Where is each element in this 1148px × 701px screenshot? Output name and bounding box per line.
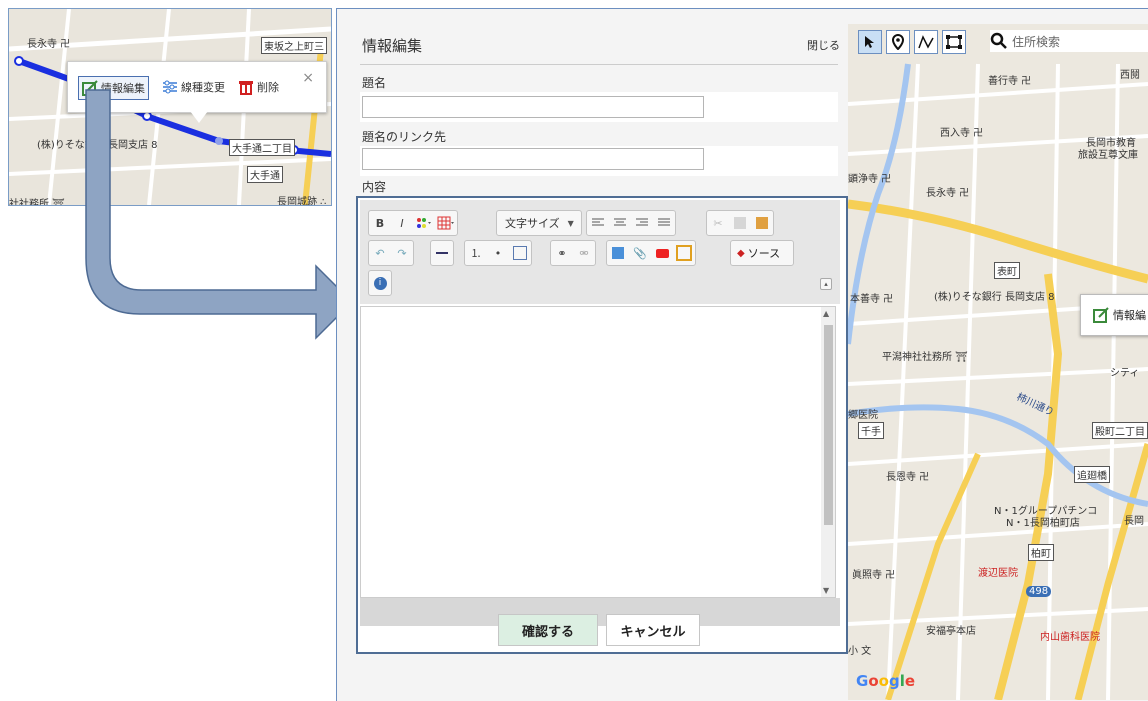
link-icon[interactable]: ⚭ xyxy=(551,242,573,264)
hr-group xyxy=(430,240,454,266)
bulleted-list-icon[interactable]: • xyxy=(487,242,509,264)
link-group: ⚭ ⚮ xyxy=(550,240,596,266)
marker-tool-icon[interactable] xyxy=(886,30,910,54)
title-input[interactable] xyxy=(362,96,704,118)
editor-content-area[interactable]: ▲ ▼ xyxy=(360,306,836,598)
map-label: 顕浄寺 卍 xyxy=(848,174,892,185)
clipboard-group: ✂ xyxy=(706,210,774,236)
cut-icon[interactable]: ✂ xyxy=(707,212,729,234)
map-label: 長永寺 卍 xyxy=(926,188,970,199)
search-icon xyxy=(990,32,1007,49)
info-icon[interactable]: i xyxy=(369,272,391,294)
rich-text-editor: B I 文字サイズ ▼ ✂ ↶ ↷ ⒈ • ⚭ ⚮ 📎 ◆ ソース i ▴ ▲ … xyxy=(356,196,848,654)
redo-icon[interactable]: ↷ xyxy=(391,242,413,264)
info-edit-form: 情報編集 閉じる 題名 題名のリンク先 内容 B I 文字サイズ ▼ ✂ ↶ ↷… xyxy=(350,24,848,700)
image-icon[interactable] xyxy=(607,242,629,264)
copy-icon[interactable] xyxy=(729,212,751,234)
youtube-icon[interactable] xyxy=(651,242,673,264)
form-title: 情報編集 xyxy=(362,37,423,55)
map-label: N・1長岡柏町店 xyxy=(1006,518,1080,529)
map-label: 渡辺医院 xyxy=(978,568,1018,579)
table-icon[interactable] xyxy=(435,212,457,234)
font-size-label: 文字サイズ xyxy=(505,217,560,230)
title-divider xyxy=(360,64,838,65)
editor-toolbar: B I 文字サイズ ▼ ✂ ↶ ↷ ⒈ • ⚭ ⚮ 📎 ◆ ソース i ▴ xyxy=(360,200,840,304)
route-shield: 498 xyxy=(1026,586,1052,597)
map-label: 追廻橋 xyxy=(1074,466,1110,483)
paste-icon[interactable] xyxy=(751,212,773,234)
bold-icon[interactable]: B xyxy=(369,212,391,234)
map-label: 平潟神社社務所 ⛩ xyxy=(882,352,968,363)
unlink-icon[interactable]: ⚮ xyxy=(573,242,595,264)
align-left-icon[interactable] xyxy=(587,212,609,234)
source-label: ソース xyxy=(747,247,781,260)
editor-scrollbar[interactable]: ▲ ▼ xyxy=(821,307,835,597)
editor-status-bar xyxy=(360,598,840,626)
map-label: 内山歯科医院 xyxy=(1040,632,1100,643)
edit-icon xyxy=(1093,307,1109,323)
search-placeholder: 住所検索 xyxy=(1012,34,1061,49)
italic-icon[interactable]: I xyxy=(391,212,413,234)
map-label: 表町 xyxy=(994,262,1020,279)
map-label: 西鬩 xyxy=(1120,70,1140,81)
undo-group: ↶ ↷ xyxy=(368,240,414,266)
source-button[interactable]: ◆ ソース xyxy=(730,240,794,266)
polygon-tool-icon[interactable] xyxy=(942,30,966,54)
map-label: 安福亭本店 xyxy=(926,626,976,637)
map-label: 眞照寺 卍 xyxy=(852,570,896,581)
collapse-toolbar-icon[interactable]: ▴ xyxy=(820,278,832,290)
map-label: 長岡 xyxy=(1124,516,1144,527)
map-label: 西入寺 卍 xyxy=(940,128,984,139)
align-right-icon[interactable] xyxy=(631,212,653,234)
list-group: ⒈ • xyxy=(464,240,532,266)
google-logo: Google xyxy=(856,672,916,690)
content-field-label: 内容 xyxy=(362,180,387,194)
map-label: 小 文 xyxy=(848,646,872,657)
map-label: 本善寺 卍 xyxy=(850,294,894,305)
pointer-tool-icon[interactable] xyxy=(858,30,882,54)
format-group: B I xyxy=(368,210,458,236)
align-group xyxy=(586,210,676,236)
map-info-popup[interactable]: 情報編 xyxy=(1080,294,1148,336)
confirm-button[interactable]: 確認する xyxy=(498,614,598,646)
blockquote-icon[interactable] xyxy=(509,242,531,264)
close-link[interactable]: 閉じる xyxy=(807,37,840,53)
cancel-button[interactable]: キャンセル xyxy=(606,614,700,646)
link-field-label: 題名のリンク先 xyxy=(362,130,447,144)
map-popup-label: 情報編 xyxy=(1113,309,1146,322)
numbered-list-icon[interactable]: ⒈ xyxy=(465,242,487,264)
source-icon: ◆ xyxy=(737,247,745,259)
address-search[interactable]: 住所検索 xyxy=(990,30,1148,52)
line-tool-icon[interactable] xyxy=(914,30,938,54)
align-center-icon[interactable] xyxy=(609,212,631,234)
text-color-icon[interactable] xyxy=(413,212,435,234)
title-field-label: 題名 xyxy=(362,76,387,90)
connector-arrow-icon xyxy=(85,89,354,340)
map-label: シティ xyxy=(1110,368,1140,379)
scrollbar-thumb[interactable] xyxy=(824,325,833,525)
map-label: 長恩寺 卍 xyxy=(886,472,930,483)
chevron-down-icon: ▼ xyxy=(567,218,574,228)
map-label: 郷医院 xyxy=(848,410,878,421)
scroll-down-icon[interactable]: ▼ xyxy=(823,586,829,595)
map-label: 柏町 xyxy=(1028,544,1054,561)
media-group: 📎 xyxy=(606,240,696,266)
horizontal-rule-icon[interactable] xyxy=(431,242,453,264)
about-group: i xyxy=(368,270,392,296)
justify-icon[interactable] xyxy=(653,212,675,234)
link-input[interactable] xyxy=(362,148,704,170)
template-icon[interactable] xyxy=(673,242,695,264)
map-label: (株)りそな銀行 長岡支店 8 xyxy=(934,292,1055,303)
attachment-icon[interactable]: 📎 xyxy=(629,242,651,264)
undo-icon[interactable]: ↶ xyxy=(369,242,391,264)
map-label: 善行寺 卍 xyxy=(988,76,1032,87)
map-label: 殿町二丁目 xyxy=(1092,422,1148,439)
scroll-up-icon[interactable]: ▲ xyxy=(823,309,829,318)
map-view[interactable]: 住所検索 善行寺 卍 西鬩 西入寺 卍 長岡市教育 旅設互尊文庫 顕浄寺 卍 長… xyxy=(848,24,1148,700)
font-size-dropdown[interactable]: 文字サイズ ▼ xyxy=(496,210,582,236)
map-label: 旅設互尊文庫 xyxy=(1078,150,1138,161)
map-label: 千手 xyxy=(858,422,884,439)
